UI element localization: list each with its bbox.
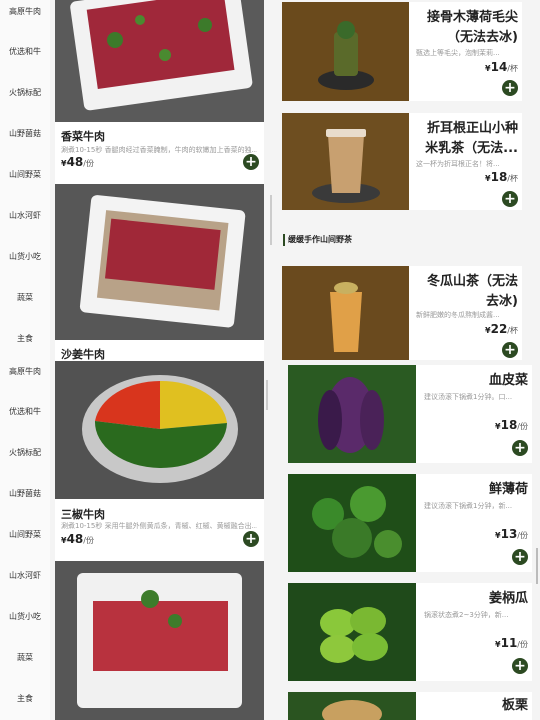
vegetable-card: 姜柄瓜 锅滚状态煮2~3分钟，新... ¥11/份 + [288,583,532,681]
product-photo[interactable] [55,561,264,720]
product-title: 沙姜牛肉 [61,348,105,361]
product-photo[interactable] [282,2,409,101]
product-price: ¥18/份 [495,418,528,432]
product-title: 三椒牛肉 [61,508,105,521]
add-to-cart-button[interactable]: + [502,80,518,96]
sidebar-item-beef[interactable]: 高原牛肉 [0,366,50,377]
product-description: 建议汤滚下锅煮1分钟。口... [424,393,513,401]
scrollbar[interactable] [536,548,538,584]
sidebar-item-beef[interactable]: 高原牛肉 [0,6,50,17]
sidebar-item-mushrooms[interactable]: 山野菌菇 [0,128,50,139]
sidebar-item-staples[interactable]: 主食 [0,333,50,344]
product-title: 折耳根正山小种 米乳茶（无法... [425,121,518,156]
drink-card: 接骨木薄荷毛尖 （无法去冰) 甄选上等毛尖，泡制茉莉... ¥14/杯 + [282,2,522,101]
product-description: 锅滚状态煮2~3分钟，新... [424,611,509,619]
drink-image [282,266,409,360]
drink-image [282,113,409,210]
sidebar-item-vegetables[interactable]: 蔬菜 [0,292,50,303]
section-marker [283,234,285,246]
product-price: ¥14/杯 [485,60,518,74]
product-price: ¥11/份 [495,636,528,650]
product-title: 冬瓜山茶（无法 去冰) [426,274,518,309]
sidebar-item-snacks[interactable]: 山货小吃 [0,611,50,622]
section-title: 缓缓手作山间野茶 [288,235,352,244]
product-title: 姜柄瓜 [488,591,528,606]
product-photo[interactable] [282,266,409,360]
product-title: 鲜薄荷 [488,482,528,497]
product-photo[interactable] [288,365,416,463]
product-title: 血皮菜 [488,373,528,388]
sidebar-item-hotpot-basics[interactable]: 火锅标配 [0,447,50,458]
sidebar-item-shrimp[interactable]: 山水河虾 [0,570,50,581]
beef-dish-image [55,184,264,340]
vegetable-card: 血皮菜 建议汤滚下锅煮1分钟。口... ¥18/份 + [288,365,532,463]
drink-image [282,2,409,101]
beef-dish-image [55,0,264,122]
add-to-cart-button[interactable]: + [243,531,259,547]
left-product-column: 香菜牛肉 涮煮10-15秒 香腿肉经过香菜腌制，牛肉的软嫩加上香菜的独... ¥… [55,0,264,720]
add-to-cart-button[interactable]: + [502,342,518,358]
category-sidebar-top: 高原牛肉 优选和牛 火锅标配 山野菌菇 山间野菜 山水河虾 山货小吃 蔬菜 主食 [0,0,50,360]
vegetable-image [288,583,416,681]
product-price: ¥48/份 [61,532,94,546]
category-sidebar-bottom: 高原牛肉 优选和牛 火锅标配 山野菌菇 山间野菜 山水河虾 山货小吃 蔬菜 主食 [0,360,50,720]
product-photo[interactable] [55,184,264,340]
add-to-cart-button[interactable]: + [512,549,528,565]
product-description: 这一杯为折耳根正名！将... [416,160,500,168]
sidebar-item-staples[interactable]: 主食 [0,693,50,704]
vegetable-card: 板栗 [288,692,532,720]
product-description: 涮煮10-15秒 采用牛腿外侧黄瓜条，青椒、红椒、黄椒融合出... [61,522,257,530]
product-price: ¥13/份 [495,527,528,541]
product-photo[interactable] [288,692,416,720]
sidebar-item-hotpot-basics[interactable]: 火锅标配 [0,87,50,98]
product-description: 新鲜肥嫩的冬瓜熬制成酱... [416,311,500,319]
product-price: ¥18/杯 [485,170,518,184]
product-price: ¥48/份 [61,155,94,169]
drink-card: 折耳根正山小种 米乳茶（无法... 这一杯为折耳根正名！将... ¥18/杯 + [282,113,522,210]
product-photo[interactable] [55,361,264,499]
product-price: ¥22/杯 [485,322,518,336]
vegetable-image [288,365,416,463]
column-divider [266,380,268,410]
add-to-cart-button[interactable]: + [512,658,528,674]
product-photo[interactable] [288,474,416,572]
beef-dish-image [55,561,264,720]
product-photo[interactable] [282,113,409,210]
sidebar-item-shrimp[interactable]: 山水河虾 [0,210,50,221]
product-title: 香菜牛肉 [61,130,105,143]
sidebar-item-wild-veg[interactable]: 山间野菜 [0,529,50,540]
drink-card: 冬瓜山茶（无法 去冰) 新鲜肥嫩的冬瓜熬制成酱... ¥22/杯 + [282,266,522,360]
add-to-cart-button[interactable]: + [502,191,518,207]
sidebar-item-mushrooms[interactable]: 山野菌菇 [0,488,50,499]
product-photo[interactable] [288,583,416,681]
vegetable-image [288,474,416,572]
vegetable-image [288,692,416,720]
column-divider [270,195,272,245]
product-photo[interactable] [55,0,264,122]
product-description: 涮煮10-15秒 香腿肉经过香菜腌制，牛肉的软嫩加上香菜的独... [61,146,257,154]
product-description: 建议汤滚下锅煮1分钟，新... [424,502,513,510]
sidebar-item-wagyu[interactable]: 优选和牛 [0,46,50,57]
add-to-cart-button[interactable]: + [512,440,528,456]
vegetable-card: 鲜薄荷 建议汤滚下锅煮1分钟，新... ¥13/份 + [288,474,532,572]
product-description: 甄选上等毛尖，泡制茉莉... [416,49,500,57]
product-title: 板栗 [501,698,528,713]
add-to-cart-button[interactable]: + [243,154,259,170]
peppers-dish-image [55,361,264,499]
sidebar-item-vegetables[interactable]: 蔬菜 [0,652,50,663]
sidebar-item-wagyu[interactable]: 优选和牛 [0,406,50,417]
sidebar-item-snacks[interactable]: 山货小吃 [0,251,50,262]
product-title: 接骨木薄荷毛尖 （无法去冰) [426,10,518,45]
sidebar-item-wild-veg[interactable]: 山间野菜 [0,169,50,180]
